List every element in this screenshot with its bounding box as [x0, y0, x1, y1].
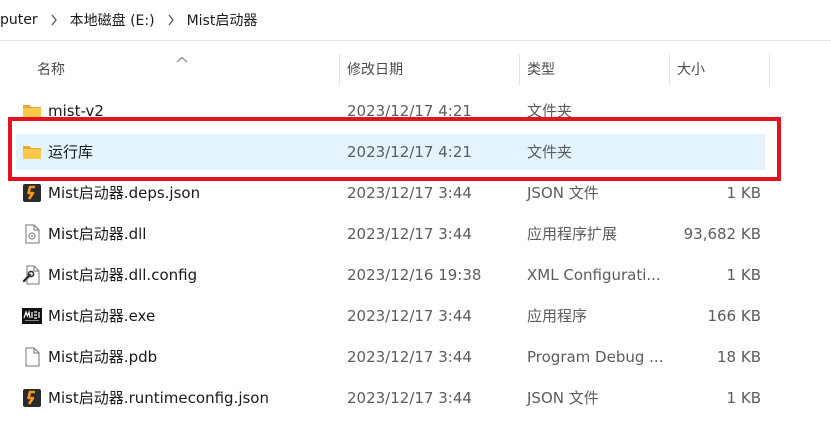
file-name: Mist启动器.dll.config	[48, 266, 198, 284]
file-type: JSON 文件	[527, 184, 599, 202]
file-row[interactable]: Mist启动器.pdb 2023/12/17 3:44 Program Debu…	[16, 339, 765, 375]
chevron-right-icon[interactable]	[40, 13, 68, 28]
breadcrumb-mist-folder[interactable]: Mist启动器	[185, 10, 260, 30]
column-divider[interactable]	[339, 54, 340, 86]
file-name: Mist启动器.dll	[48, 225, 147, 243]
file-date: 2023/12/17 3:44	[347, 184, 472, 202]
file-row[interactable]: mist-v2 2023/12/17 4:21 文件夹	[16, 93, 765, 129]
file-date: 2023/12/17 3:44	[347, 389, 472, 407]
dll-file-icon	[22, 224, 42, 244]
column-name-header[interactable]: 名称	[37, 50, 65, 90]
file-type: JSON 文件	[527, 389, 599, 407]
file-row[interactable]: Mist启动器.exe 2023/12/17 3:44 应用程序 166 KB	[16, 298, 765, 334]
chevron-right-icon[interactable]	[157, 13, 185, 28]
file-row[interactable]: Mist启动器.deps.json 2023/12/17 3:44 JSON 文…	[16, 175, 765, 211]
column-divider[interactable]	[769, 54, 770, 86]
column-divider[interactable]	[669, 54, 670, 86]
file-date: 2023/12/17 3:44	[347, 225, 472, 243]
file-size: 166 KB	[707, 307, 761, 325]
file-type: 应用程序扩展	[527, 225, 618, 243]
file-row[interactable]: Mist启动器.dll.config 2023/12/16 19:38 XML …	[16, 257, 765, 293]
folder-icon	[22, 142, 42, 162]
file-size: 1 KB	[726, 389, 761, 407]
file-type: 文件夹	[527, 143, 573, 161]
breadcrumb-computer[interactable]: puter	[0, 12, 40, 28]
file-name: mist-v2	[48, 102, 104, 120]
file-name: Mist启动器.exe	[48, 307, 156, 325]
file-name: Mist启动器.deps.json	[48, 184, 201, 202]
file-name: 运行库	[48, 143, 94, 161]
file-date: 2023/12/17 3:44	[347, 348, 472, 366]
pdb-file-icon	[22, 347, 42, 367]
breadcrumb: puter 本地磁盘 (E:) Mist启动器	[0, 0, 831, 41]
sort-up-icon	[176, 52, 188, 68]
column-divider[interactable]	[519, 54, 520, 86]
file-date: 2023/12/16 19:38	[347, 266, 482, 284]
breadcrumb-drive-e[interactable]: 本地磁盘 (E:)	[68, 10, 157, 30]
file-size: 1 KB	[726, 184, 761, 202]
folder-icon	[22, 101, 42, 121]
column-header: 名称 修改日期 类型 大小	[0, 50, 831, 90]
file-date: 2023/12/17 3:44	[347, 307, 472, 325]
exe-app-icon	[22, 306, 42, 326]
file-name: Mist启动器.pdb	[48, 348, 158, 366]
file-size: 1 KB	[726, 266, 761, 284]
file-row[interactable]: Mist启动器.dll 2023/12/17 3:44 应用程序扩展 93,68…	[16, 216, 765, 252]
column-date-header[interactable]: 修改日期	[347, 50, 403, 90]
column-type-header[interactable]: 类型	[527, 50, 555, 90]
file-size: 18 KB	[717, 348, 761, 366]
file-row-selected[interactable]: 运行库 2023/12/17 4:21 文件夹	[16, 134, 765, 170]
file-type: Program Debug ...	[527, 348, 664, 366]
file-type: XML Configurati...	[527, 266, 661, 284]
json-file-icon	[22, 388, 42, 408]
file-date: 2023/12/17 4:21	[347, 102, 472, 120]
file-date: 2023/12/17 4:21	[347, 143, 472, 161]
file-type: 应用程序	[527, 307, 588, 325]
file-size: 93,682 KB	[683, 225, 761, 243]
file-name: Mist启动器.runtimeconfig.json	[48, 389, 269, 407]
column-size-header[interactable]: 大小	[677, 50, 705, 90]
json-file-icon	[22, 183, 42, 203]
file-type: 文件夹	[527, 102, 573, 120]
config-file-icon	[22, 265, 42, 285]
file-row[interactable]: Mist启动器.runtimeconfig.json 2023/12/17 3:…	[16, 380, 765, 416]
